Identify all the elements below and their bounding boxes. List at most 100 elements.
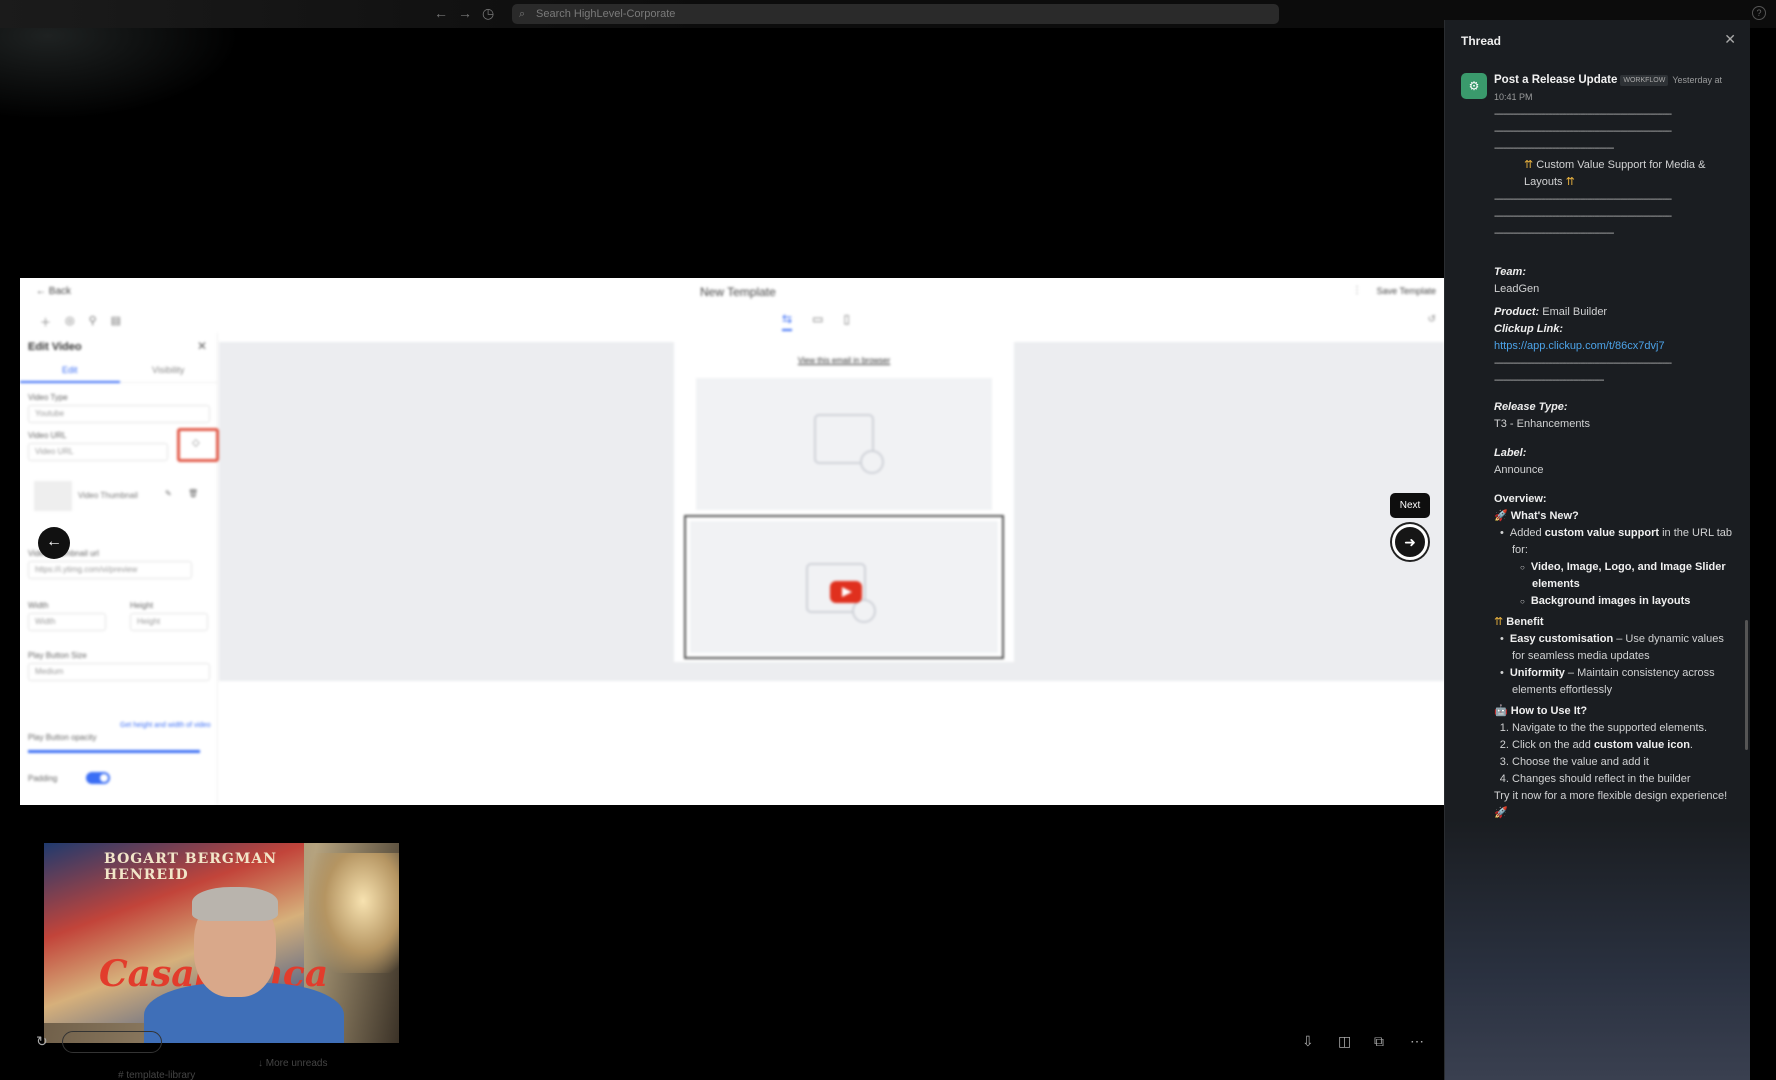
play-opacity-label: Play Button opacity [28,733,97,742]
forward-arrow-icon[interactable]: → [458,5,472,21]
product-label: Product: [1494,306,1540,318]
list-item: Navigate to the the supported elements. [1512,720,1734,737]
lamp [309,853,399,973]
more-icon[interactable]: ⋮ [1352,285,1362,296]
divider: ----------------------------------------… [1494,109,1672,120]
delete-thumbnail-icon[interactable]: 🗑 [188,489,198,498]
mobile-view-icon[interactable]: ▯ [843,312,850,331]
back-link[interactable]: ← Back [36,286,71,297]
more-unreads-link[interactable]: ↓ More unreads [258,1058,327,1069]
download-icon[interactable]: ⇩ [1302,1033,1314,1050]
split-view-icon[interactable]: ◫ [1338,1033,1351,1050]
team-label: Team: [1494,266,1526,278]
divider: ----------------------------------------… [1494,126,1672,137]
workflow-avatar[interactable]: ⚙ [1461,73,1487,99]
divider: ----------------------------------------… [1494,194,1672,205]
search-icon: ⌕ [519,8,526,20]
workflow-badge: WORKFLOW [1620,75,1669,86]
template-title: New Template [700,285,776,299]
benefit-heading: Benefit [1506,616,1544,628]
height-input[interactable]: Height [130,613,208,631]
styles-icon[interactable]: ⚲ [89,314,97,330]
video-element[interactable] [684,515,1004,659]
edit-video-panel: Edit Video ✕ Edit Visibility Video Type … [20,333,219,805]
list-item: Uniformity – Maintain consistency across… [1510,665,1734,699]
desktop-view-icon[interactable]: ▭ [812,312,823,331]
list-item: Background images in layouts [1531,593,1734,610]
responsive-view-icon[interactable]: ⇆ [782,312,793,331]
previous-button[interactable]: ← [38,527,70,559]
list-item: Click on the add custom value icon. [1512,737,1734,754]
width-input[interactable]: Width [28,613,106,631]
video-thumbnail-preview [34,481,72,511]
tag-icon: ⬦ [192,437,200,449]
height-label: Height [130,601,154,610]
channel-name[interactable]: # template-library [118,1070,195,1080]
video-url-input[interactable]: Video URL [28,443,168,461]
product-value: Email Builder [1542,306,1608,318]
how-to-heading: How to Use It? [1510,705,1588,717]
presenter-hair [192,887,278,921]
tab-edit[interactable]: Edit [62,365,78,375]
width-label: Width [28,601,49,610]
label-label: Label: [1494,447,1527,459]
list-item: Added custom value support in the URL ta… [1510,525,1734,610]
size-link[interactable]: Get height and width of video [120,722,211,729]
next-button[interactable]: ➜ [1392,524,1428,560]
release-type-value: T3 - Enhancements [1494,418,1590,430]
arrows-up-icon: ⇈ [1494,616,1504,628]
popout-icon[interactable]: ⧉ [1374,1033,1384,1050]
screen-share: ← Back New Template ⋮ Save Template ＋ ◎ … [20,278,1444,805]
email-preview: View this email in browser [674,342,1014,662]
view-in-browser-link[interactable]: View this email in browser [674,356,1014,365]
undo-icon[interactable]: ↺ [1428,314,1436,325]
play-size-label: Play Button Size [28,651,87,660]
arrows-up-icon: ⇈ [1565,176,1575,188]
more-options-icon[interactable]: ⋯ [1410,1033,1424,1050]
help-icon[interactable]: ? [1752,6,1766,20]
divider: ----------------------------------------… [1494,143,1614,154]
image-placeholder[interactable] [696,378,992,510]
thread-title: Thread [1461,34,1502,48]
whats-new-heading: What's New? [1510,510,1579,522]
scrollbar[interactable] [1745,620,1748,750]
back-arrow-icon[interactable]: ← [434,5,448,21]
youtube-play-icon [830,581,862,603]
layers-icon[interactable]: ◎ [65,314,75,330]
refresh-icon[interactable]: ↻ [36,1033,48,1050]
panel-title: Edit Video [28,341,82,353]
robot-icon: 🤖 [1494,705,1508,717]
list-item: Video, Image, Logo, and Image Slider ele… [1531,559,1734,593]
tab-visibility[interactable]: Visibility [152,365,184,375]
workspace-search-input[interactable]: ⌕ Search HighLevel-Corporate [512,4,1279,24]
divider: ----------------------------------------… [1494,375,1604,386]
list-item: Choose the value and add it [1512,754,1734,771]
add-icon[interactable]: ＋ [40,314,51,330]
edit-thumbnail-icon[interactable]: ✎ [165,489,172,498]
clickup-link[interactable]: https://app.clickup.com/t/86cx7dvj7 [1494,338,1734,355]
save-template-button[interactable]: Save Template [1377,286,1436,296]
video-type-label: Video Type [28,393,68,402]
thread-panel: Thread ✕ ⚙ Post a Release Update WORKFLOW… [1444,20,1750,1080]
close-icon[interactable]: ✕ [1724,31,1736,48]
play-size-select[interactable]: Medium [28,663,210,681]
list-item: Changes should reflect in the builder [1512,771,1734,788]
opacity-slider[interactable] [28,750,200,753]
audio-level-pill[interactable] [62,1031,162,1053]
author-name[interactable]: Post a Release Update [1494,74,1617,86]
overview-label: Overview: [1494,493,1547,505]
close-icon[interactable]: ✕ [197,339,207,353]
list-item: Easy customisation – Use dynamic values … [1510,631,1734,665]
thumbnail-url-input[interactable]: https://i.ytimg.com/vi/preview [28,561,192,579]
settings-icon[interactable]: ▤ [111,314,121,330]
divider: ----------------------------------------… [1494,228,1614,239]
padding-label: Padding [28,774,58,783]
padding-toggle[interactable] [86,772,110,784]
history-icon[interactable]: ◷ [482,5,494,22]
video-type-select[interactable]: Youtube [28,405,210,423]
divider: ----------------------------------------… [1494,358,1672,369]
huddle-controls: ↻ ⇩ ◫ ⧉ ⋯ [20,1025,1444,1061]
video-url-label: Video URL [28,431,67,440]
arrows-up-icon: ⇈ [1524,159,1534,171]
custom-value-button[interactable]: ⬦ [177,428,219,462]
